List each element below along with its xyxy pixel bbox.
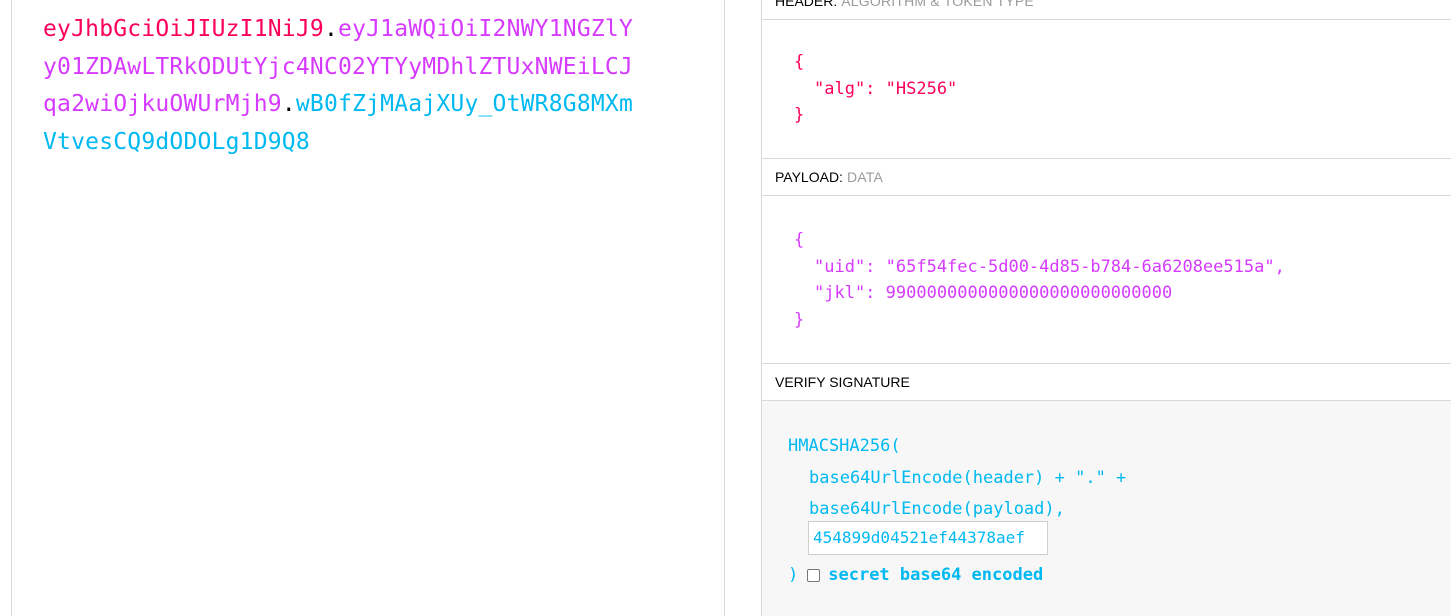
payload-section-title: PAYLOAD: DATA [762, 158, 1451, 196]
payload-json-jkl: "jkl": 9900000000000000000000000000 [814, 283, 1173, 303]
secret-base64-label[interactable]: secret base64 encoded [828, 565, 1043, 585]
signature-close-row: ) secret base64 encoded [788, 561, 1043, 589]
encoded-header-part: eyJhbGciOiJIUzI1NiJ9 [43, 16, 324, 42]
encoded-dot-2: . [281, 91, 296, 117]
header-section-subtitle: ALGORITHM & TOKEN TYPE [841, 0, 1034, 9]
secret-base64-checkbox[interactable] [807, 568, 821, 582]
header-json-close: } [794, 105, 805, 125]
signature-formula: HMACSHA256( base64UrlEncode(header) + ".… [788, 431, 1126, 526]
signature-line-header: base64UrlEncode(header) + "." + [809, 467, 1127, 488]
header-json-editor[interactable]: { "alg": "HS256" } [794, 49, 957, 129]
payload-json-close: } [794, 309, 805, 330]
signature-fn-close: ) [788, 565, 799, 585]
payload-json-uid: "uid": "65f54fec-5d00-4d85-b784-6a6208ee… [814, 256, 1285, 277]
verify-signature-body: HMACSHA256( base64UrlEncode(header) + ".… [762, 401, 1451, 616]
header-section-title: HEADER: ALGORITHM & TOKEN TYPE [762, 0, 1451, 20]
encoded-token-textarea[interactable]: eyJhbGciOiJIUzI1NiJ9.eyJ1aWQiOiI2NWY1NGZ… [43, 11, 643, 161]
payload-section-label: PAYLOAD: [775, 169, 843, 185]
signature-fn-open: HMACSHA256( [788, 436, 901, 456]
verify-section-title: VERIFY SIGNATURE [762, 363, 1451, 401]
header-json-alg: "alg": "HS256" [814, 78, 958, 99]
header-json-open: { [794, 52, 805, 72]
payload-json-open: { [794, 230, 805, 250]
payload-json-editor[interactable]: { "uid": "65f54fec-5d00-4d85-b784-6a6208… [794, 227, 1285, 333]
header-section-label: HEADER: [775, 0, 838, 9]
secret-input[interactable]: 454899d04521ef44378aef [808, 521, 1048, 555]
verify-section-label: VERIFY SIGNATURE [775, 374, 910, 390]
encoded-panel: eyJhbGciOiJIUzI1NiJ9.eyJ1aWQiOiI2NWY1NGZ… [11, 0, 725, 616]
decoded-panel: HEADER: ALGORITHM & TOKEN TYPE { "alg": "… [761, 0, 1451, 616]
payload-section-subtitle: DATA [846, 169, 884, 185]
encoded-dot-1: . [323, 16, 339, 42]
